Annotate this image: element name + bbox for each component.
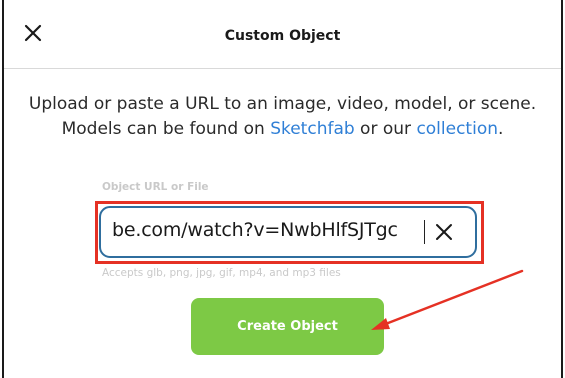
instructions-text: Upload or paste a URL to an image, video… — [24, 92, 541, 142]
accepted-files-hint: Accepts glb, png, jpg, gif, mp4, and mp3… — [102, 267, 341, 279]
collection-link[interactable]: collection — [416, 119, 498, 139]
url-field-label: Object URL or File — [102, 181, 209, 193]
create-object-button[interactable]: Create Object — [191, 298, 384, 355]
text-caret — [424, 220, 425, 244]
instructions-part-3: . — [498, 119, 504, 139]
object-url-input[interactable]: be.com/watch?v=NwbHlfSJTgc — [99, 206, 477, 258]
dialog-header: Custom Object — [4, 0, 561, 69]
sketchfab-link[interactable]: Sketchfab — [270, 119, 354, 139]
dialog-title: Custom Object — [224, 28, 341, 44]
clear-icon — [436, 224, 452, 240]
instructions-part-2: or our — [354, 119, 417, 139]
clear-input-button[interactable] — [434, 222, 454, 242]
url-input-value[interactable]: be.com/watch?v=NwbHlfSJTgc — [112, 219, 430, 241]
